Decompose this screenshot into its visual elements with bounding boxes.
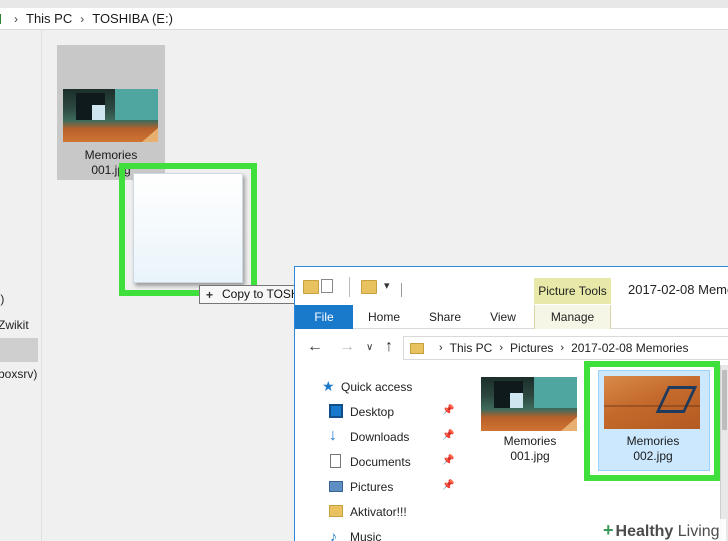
nav-item-pictures[interactable]: Pictures 📌 xyxy=(295,475,459,499)
tab-share[interactable]: Share xyxy=(421,305,469,329)
star-icon: ★ xyxy=(322,378,335,394)
tab-file[interactable]: File xyxy=(295,305,353,329)
breadcrumb-memories-folder[interactable]: 2017-02-08 Memories xyxy=(571,341,688,355)
breadcrumb-this-pc[interactable]: This PC xyxy=(450,341,493,355)
download-icon: ↓ xyxy=(329,427,337,444)
chevron-right-icon: › xyxy=(80,11,85,26)
chevron-right-icon: › xyxy=(439,342,443,354)
nav-item-selected[interactable] xyxy=(0,338,38,362)
nav-item-documents[interactable]: Documents 📌 xyxy=(295,450,459,474)
toolbar-divider xyxy=(349,277,350,297)
toolbar-divider xyxy=(401,283,402,297)
back-arrow-icon[interactable]: ← xyxy=(307,338,323,356)
new-folder-icon[interactable] xyxy=(361,280,377,294)
chevron-right-icon: › xyxy=(14,11,18,26)
nav-item-downloads[interactable]: ↓ Downloads 📌 xyxy=(295,425,459,449)
scrollbar-thumb[interactable] xyxy=(722,370,727,430)
customize-toolbar-icon[interactable]: ▾ xyxy=(384,279,390,292)
plus-logo-icon: + xyxy=(603,520,614,540)
copy-plus-icon: + xyxy=(206,288,214,302)
drop-target-highlight-frame xyxy=(584,361,720,481)
pin-icon: 📌 xyxy=(442,455,455,466)
tab-home[interactable]: Home xyxy=(359,305,409,329)
address-input[interactable]: › This PC › Pictures › 2017-02-08 Memori… xyxy=(403,336,728,360)
recent-locations-icon[interactable]: ∨ xyxy=(366,342,373,353)
nav-item-network-share[interactable]: boxsrv) xyxy=(0,367,37,381)
breadcrumb-pictures[interactable]: Pictures xyxy=(510,341,553,355)
background-address-bar[interactable]: › This PC › TOSHIBA (E:) xyxy=(0,8,728,30)
nav-item-music[interactable]: ♪ Music xyxy=(295,525,459,541)
up-arrow-icon[interactable]: ↑ xyxy=(385,338,393,356)
nav-item-network-user[interactable]: Zwikit xyxy=(0,318,29,332)
nav-item-drive[interactable]: :) xyxy=(0,292,4,306)
pictures-icon xyxy=(329,481,343,492)
file-tile-memories-001[interactable]: Memories 001.jpg xyxy=(487,434,573,464)
document-icon xyxy=(330,454,341,468)
breadcrumb-this-pc[interactable]: This PC xyxy=(26,11,72,26)
thumbnail-image xyxy=(63,89,158,142)
music-icon: ♪ xyxy=(330,528,337,541)
desktop-icon xyxy=(329,404,343,418)
this-pc-icon xyxy=(0,13,6,24)
folder-icon xyxy=(410,342,424,354)
title-bar: ▾ Picture Tools 2017-02-08 Memories xyxy=(295,267,728,305)
folder-icon xyxy=(303,280,319,294)
forward-arrow-icon[interactable]: → xyxy=(339,338,355,356)
breadcrumb-toshiba[interactable]: TOSHIBA (E:) xyxy=(92,11,173,26)
background-nav-pane: :) Zwikit boxsrv) xyxy=(0,30,42,541)
drag-ghost-image[interactable] xyxy=(133,173,243,283)
pin-icon: 📌 xyxy=(442,430,455,441)
healthy-living-watermark: + Healthy Living xyxy=(597,519,726,541)
properties-icon[interactable] xyxy=(321,279,333,293)
pin-icon: 📌 xyxy=(442,405,455,416)
thumbnail-image-memories-001[interactable] xyxy=(481,377,577,431)
chevron-right-icon: › xyxy=(499,342,504,354)
nav-item-aktivator[interactable]: Aktivator!!! xyxy=(295,500,459,524)
chevron-right-icon: › xyxy=(560,342,565,354)
nav-item-quick-access[interactable]: ★ Quick access xyxy=(295,375,459,399)
navigation-pane: ★ Quick access Desktop 📌 ↓ Downloads 📌 D… xyxy=(295,366,459,541)
folder-icon xyxy=(329,505,343,517)
ribbon-tabs: File Home Share View Manage xyxy=(295,305,728,329)
nav-item-desktop[interactable]: Desktop 📌 xyxy=(295,400,459,424)
window-title: 2017-02-08 Memories xyxy=(628,282,728,297)
background-window-top xyxy=(0,0,728,8)
picture-tools-tab: Picture Tools xyxy=(534,278,611,304)
tab-manage[interactable]: Manage xyxy=(534,305,611,329)
tab-view[interactable]: View xyxy=(481,305,525,329)
pin-icon: 📌 xyxy=(442,480,455,491)
